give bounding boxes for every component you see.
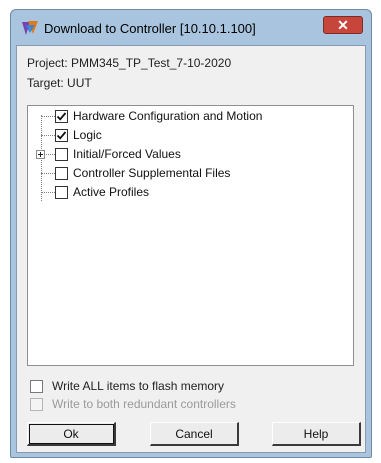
window-title: Download to Controller [10.10.1.100] xyxy=(44,21,256,36)
title-bar[interactable]: Download to Controller [10.10.1.100] ✕ xyxy=(11,10,371,44)
tree-item-label: Initial/Forced Values xyxy=(73,147,181,161)
cancel-button[interactable]: Cancel xyxy=(150,422,239,446)
hardware-configuration-checkbox[interactable] xyxy=(55,110,68,123)
checkmark-icon xyxy=(56,131,67,140)
help-button[interactable]: Help xyxy=(272,422,361,446)
download-dialog: Download to Controller [10.10.1.100] ✕ P… xyxy=(10,9,372,458)
checkmark-icon xyxy=(56,112,67,121)
app-icon xyxy=(21,20,39,36)
tree-item-label: Hardware Configuration and Motion xyxy=(73,109,263,123)
download-items-tree[interactable]: Hardware Configuration and Motion Logic xyxy=(27,105,354,366)
controller-supplemental-files-checkbox[interactable] xyxy=(55,167,68,180)
ok-button[interactable]: Ok xyxy=(27,422,116,446)
redundant-controllers-label: Write to both redundant controllers xyxy=(52,397,236,411)
tree-item-active-profiles[interactable]: Active Profiles xyxy=(41,184,341,202)
redundant-controllers-option: Write to both redundant controllers xyxy=(30,397,350,413)
tree-branch xyxy=(41,173,55,174)
flash-memory-checkbox[interactable] xyxy=(30,380,43,393)
tree-item-hardware-configuration[interactable]: Hardware Configuration and Motion xyxy=(41,108,341,126)
tree-branch xyxy=(41,116,55,117)
project-line: Project: PMM345_TP_Test_7-10-2020 xyxy=(27,56,231,70)
initial-forced-values-checkbox[interactable] xyxy=(55,148,68,161)
redundant-controllers-checkbox xyxy=(30,398,43,411)
tree-item-initial-forced-values[interactable]: Initial/Forced Values xyxy=(36,146,341,164)
project-label: Project: xyxy=(27,56,68,70)
target-line: Target: UUT xyxy=(27,76,92,90)
tree-item-controller-supplemental-files[interactable]: Controller Supplemental Files xyxy=(41,165,341,183)
tree-item-label: Active Profiles xyxy=(73,185,150,199)
tree-item-label: Logic xyxy=(73,128,102,142)
project-name: PMM345_TP_Test_7-10-2020 xyxy=(71,56,232,70)
active-profiles-checkbox[interactable] xyxy=(55,186,68,199)
dialog-body: Project: PMM345_TP_Test_7-10-2020 Target… xyxy=(16,45,366,453)
flash-memory-label: Write ALL items to flash memory xyxy=(52,379,225,393)
close-icon: ✕ xyxy=(337,16,349,33)
target-label: Target: xyxy=(27,76,64,90)
close-button[interactable]: ✕ xyxy=(323,16,363,34)
tree-item-logic[interactable]: Logic xyxy=(41,127,341,145)
logic-checkbox[interactable] xyxy=(55,129,68,142)
flash-memory-option[interactable]: Write ALL items to flash memory xyxy=(30,379,350,395)
tree-branch xyxy=(41,192,55,193)
tree-branch xyxy=(41,135,55,136)
tree-item-label: Controller Supplemental Files xyxy=(73,166,231,180)
target-name: UUT xyxy=(67,76,92,90)
expand-plus-icon[interactable] xyxy=(36,150,45,159)
